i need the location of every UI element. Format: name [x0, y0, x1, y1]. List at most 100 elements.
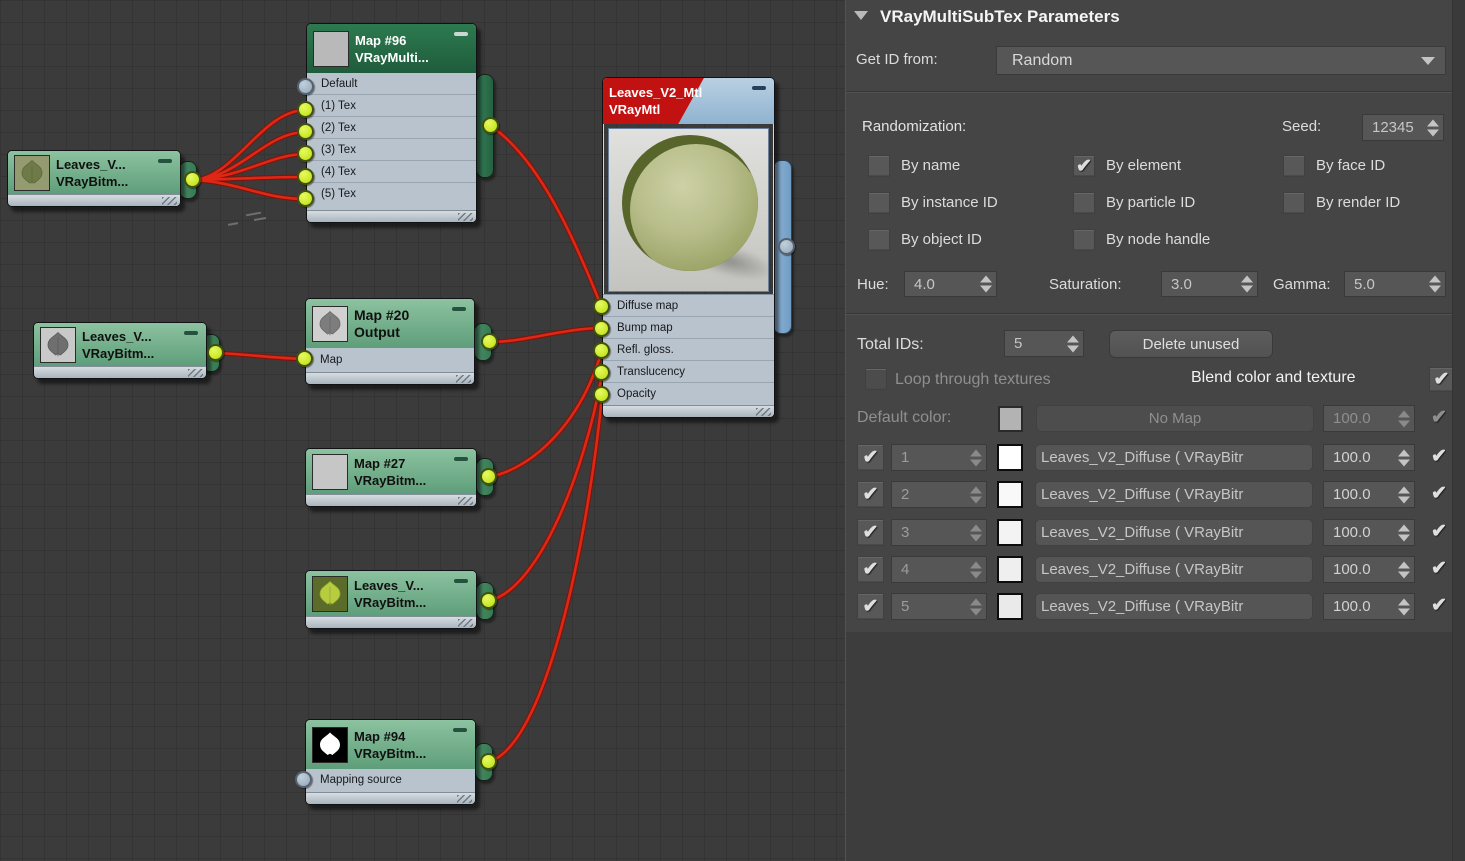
- node-map94[interactable]: Map #94 VRayBitm... Mapping source: [305, 719, 476, 805]
- resize-grip[interactable]: [756, 408, 771, 416]
- resize-grip[interactable]: [457, 795, 472, 803]
- slot-tex2[interactable]: (2) Tex: [307, 117, 476, 139]
- output-socket[interactable]: [480, 468, 497, 485]
- resize-grip[interactable]: [458, 213, 473, 221]
- gamma-field[interactable]: 5.0: [1344, 271, 1446, 297]
- resize-grip[interactable]: [458, 619, 473, 627]
- rollout-collapse-icon[interactable]: [854, 11, 868, 20]
- slot-tex1[interactable]: (1) Tex: [307, 95, 476, 117]
- input-socket-tex1[interactable]: [297, 101, 314, 118]
- slot-opacity[interactable]: Opacity: [603, 383, 774, 405]
- row-map-button[interactable]: Leaves_V2_Diffuse ( VRayBitr: [1035, 593, 1313, 620]
- total-ids-spinner[interactable]: [1067, 335, 1079, 352]
- row-id-spinner[interactable]: [970, 598, 982, 615]
- input-socket-translucency[interactable]: [593, 364, 610, 381]
- output-socket[interactable]: [184, 171, 201, 188]
- row-map-button[interactable]: Leaves_V2_Diffuse ( VRayBitr: [1035, 481, 1313, 508]
- row-color-swatch[interactable]: [997, 556, 1023, 583]
- checkbox-by-face-id[interactable]: [1283, 155, 1305, 177]
- input-socket-tex5[interactable]: [297, 190, 314, 207]
- slot-tex4[interactable]: (4) Tex: [307, 161, 476, 183]
- checkbox-loop-through-textures[interactable]: [865, 368, 887, 390]
- slot-translucency[interactable]: Translucency: [603, 361, 774, 383]
- node-leaves-c[interactable]: Leaves_V... VRayBitm...: [305, 570, 477, 629]
- default-use-check[interactable]: ✔: [1431, 408, 1447, 427]
- row-enable-checkbox[interactable]: ✔: [857, 593, 884, 620]
- row-amount-field[interactable]: 100.0: [1323, 481, 1415, 508]
- input-socket-tex2[interactable]: [297, 123, 314, 140]
- row-id-field[interactable]: 2: [891, 481, 987, 508]
- input-socket-opacity[interactable]: [593, 386, 610, 403]
- collapse-icon[interactable]: [454, 579, 468, 583]
- checkbox-by-object-id[interactable]: [868, 229, 890, 251]
- default-amount-spinner[interactable]: [1398, 410, 1410, 427]
- collapse-icon[interactable]: [184, 331, 198, 335]
- slot-tex5[interactable]: (5) Tex: [307, 183, 476, 210]
- checkbox-by-instance-id[interactable]: [868, 192, 890, 214]
- resize-grip[interactable]: [162, 197, 177, 205]
- row-map-button[interactable]: Leaves_V2_Diffuse ( VRayBitr: [1035, 556, 1313, 583]
- row-map-button[interactable]: Leaves_V2_Diffuse ( VRayBitr: [1035, 444, 1313, 471]
- row-id-field[interactable]: 5: [891, 593, 987, 620]
- row-id-spinner[interactable]: [970, 524, 982, 541]
- row-amount-field[interactable]: 100.0: [1323, 556, 1415, 583]
- row-amount-spinner[interactable]: [1398, 486, 1410, 503]
- input-socket-refl-gloss[interactable]: [593, 342, 610, 359]
- row-amount-field[interactable]: 100.0: [1323, 593, 1415, 620]
- saturation-spinner[interactable]: [1241, 276, 1253, 293]
- slot-map[interactable]: Map: [306, 348, 474, 372]
- row-color-swatch[interactable]: [997, 481, 1023, 508]
- checkbox-by-render-id[interactable]: [1283, 192, 1305, 214]
- slot-tex3[interactable]: (3) Tex: [307, 139, 476, 161]
- input-socket-default[interactable]: [297, 78, 314, 95]
- default-map-button[interactable]: No Map: [1036, 405, 1314, 432]
- row-amount-field[interactable]: 100.0: [1323, 519, 1415, 546]
- node-map96[interactable]: Map #96 VRayMulti... Default (1) Tex (2)…: [306, 23, 477, 223]
- input-socket-tex4[interactable]: [297, 168, 314, 185]
- row-use-check[interactable]: ✔: [1431, 447, 1447, 466]
- collapse-icon[interactable]: [452, 307, 466, 311]
- node-vraymtl[interactable]: Leaves_V2_Mtl VRayMtl Diffuse map Bump m…: [602, 77, 775, 418]
- default-color-swatch[interactable]: [998, 406, 1023, 432]
- get-id-from-dropdown[interactable]: Random: [996, 46, 1446, 75]
- output-socket[interactable]: [482, 117, 499, 134]
- slot-mapping-source[interactable]: Mapping source: [306, 769, 475, 792]
- default-amount-field[interactable]: 100.0: [1323, 405, 1415, 432]
- hue-field[interactable]: 4.0: [904, 271, 997, 297]
- row-enable-checkbox[interactable]: ✔: [857, 444, 884, 471]
- row-id-spinner[interactable]: [970, 486, 982, 503]
- row-use-check[interactable]: ✔: [1431, 559, 1447, 578]
- row-amount-spinner[interactable]: [1398, 598, 1410, 615]
- total-ids-field[interactable]: 5: [1004, 330, 1084, 357]
- node-map27[interactable]: Map #27 VRayBitm...: [305, 448, 477, 507]
- input-socket-map[interactable]: [296, 350, 313, 367]
- checkbox-by-particle-id[interactable]: [1073, 192, 1095, 214]
- collapse-icon[interactable]: [454, 457, 468, 461]
- delete-unused-button[interactable]: Delete unused: [1109, 330, 1273, 358]
- checkbox-blend-color-and-texture[interactable]: ✔: [1429, 367, 1454, 392]
- checkbox-by-name[interactable]: [868, 155, 890, 177]
- resize-grip[interactable]: [458, 497, 473, 505]
- input-socket-tex3[interactable]: [297, 145, 314, 162]
- row-amount-spinner[interactable]: [1398, 561, 1410, 578]
- slot-diffuse-map[interactable]: Diffuse map: [603, 295, 774, 317]
- resize-grip[interactable]: [188, 369, 203, 377]
- row-map-button[interactable]: Leaves_V2_Diffuse ( VRayBitr: [1035, 519, 1313, 546]
- slot-refl-gloss[interactable]: Refl. gloss.: [603, 339, 774, 361]
- hue-spinner[interactable]: [980, 276, 992, 293]
- saturation-field[interactable]: 3.0: [1161, 271, 1258, 297]
- gamma-spinner[interactable]: [1429, 276, 1441, 293]
- row-color-swatch[interactable]: [997, 593, 1023, 620]
- checkbox-by-element[interactable]: ✔: [1073, 155, 1095, 177]
- row-id-field[interactable]: 3: [891, 519, 987, 546]
- checkbox-by-node-handle[interactable]: [1073, 229, 1095, 251]
- row-amount-field[interactable]: 100.0: [1323, 444, 1415, 471]
- row-id-spinner[interactable]: [970, 561, 982, 578]
- row-color-swatch[interactable]: [997, 519, 1023, 546]
- row-enable-checkbox[interactable]: ✔: [857, 519, 884, 546]
- seed-field[interactable]: 12345: [1362, 114, 1444, 141]
- output-socket[interactable]: [481, 333, 498, 350]
- collapse-icon[interactable]: [453, 728, 467, 732]
- input-socket-mapping-source[interactable]: [295, 771, 312, 788]
- node-map20[interactable]: Map #20 Output Map: [305, 298, 475, 385]
